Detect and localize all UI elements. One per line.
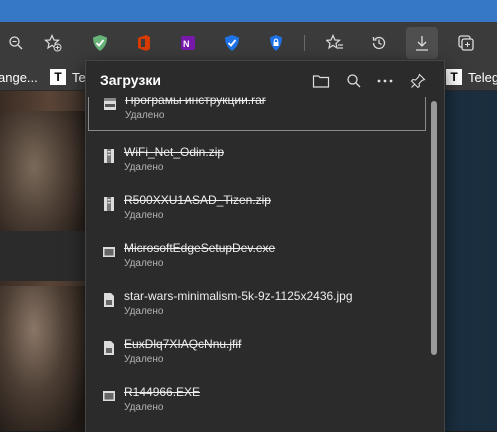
open-folder-icon[interactable] bbox=[308, 68, 334, 94]
toolbar-divider bbox=[304, 35, 305, 51]
download-item[interactable]: MicrosoftEdgeSetupDev.exe Удалено bbox=[88, 234, 426, 280]
background-figure bbox=[0, 111, 85, 251]
browser-toolbar: N bbox=[0, 22, 497, 64]
exe-icon bbox=[102, 244, 116, 265]
download-file-name: R500XXU1ASAD_Tizen.zip bbox=[124, 193, 271, 207]
downloads-list: Програмы инструкции.rar Удалено WiFi_Net… bbox=[86, 97, 429, 432]
password-lock-icon[interactable] bbox=[260, 27, 292, 59]
download-status: Удалено bbox=[125, 110, 165, 121]
download-file-name: star-wars-minimalism-5k-9z-1125x2436.jpg bbox=[124, 289, 353, 303]
download-file-name: MicrosoftEdgeSetupDev.exe bbox=[124, 241, 276, 255]
file-icon bbox=[102, 340, 116, 361]
download-status: Удалено bbox=[124, 162, 164, 173]
zoom-icon[interactable] bbox=[0, 27, 32, 59]
pin-icon[interactable] bbox=[405, 68, 431, 94]
download-item[interactable]: WiFi_Net_Odin.zip Удалено bbox=[88, 138, 426, 184]
download-status: Удалено bbox=[124, 306, 164, 317]
download-status: Удалено bbox=[124, 210, 164, 221]
download-item[interactable]: EuxDlq7XIAQcNnu.jfif Удалено bbox=[88, 330, 426, 376]
favorite-label: ange... bbox=[0, 69, 38, 85]
office-icon[interactable] bbox=[128, 27, 160, 59]
download-file-name: EuxDlq7XIAQcNnu.jfif bbox=[124, 337, 242, 351]
downloads-icon[interactable] bbox=[406, 27, 438, 59]
downloads-scrollbar[interactable] bbox=[431, 101, 437, 355]
favorite-label: Teleg bbox=[468, 69, 497, 85]
download-status: Удалено bbox=[124, 402, 164, 413]
more-options-icon[interactable] bbox=[372, 68, 398, 94]
collections-icon[interactable] bbox=[450, 27, 482, 59]
favorite-tile-icon: T bbox=[50, 69, 66, 85]
download-item[interactable]: R144966.EXE Удалено bbox=[88, 378, 426, 424]
zip-icon bbox=[102, 196, 116, 217]
defender-shield-icon[interactable] bbox=[216, 27, 248, 59]
downloads-flyout: Загрузки Програмы инструкции.rar Удалено… bbox=[85, 60, 445, 432]
zip-icon bbox=[102, 148, 116, 169]
onenote-icon[interactable]: N bbox=[172, 27, 204, 59]
archive-icon bbox=[103, 97, 117, 117]
background-panel bbox=[0, 231, 85, 281]
download-status: Удалено bbox=[124, 354, 164, 365]
favorite-item-te[interactable]: T Te bbox=[50, 68, 86, 86]
exe-icon bbox=[102, 388, 116, 409]
favorite-item-telegram[interactable]: T Teleg bbox=[446, 68, 497, 86]
adguard-shield-icon[interactable] bbox=[84, 27, 116, 59]
title-bar-strip bbox=[0, 0, 497, 22]
download-item[interactable]: star-wars-minimalism-5k-9z-1125x2436.jpg… bbox=[88, 282, 426, 328]
favorite-label: Te bbox=[72, 69, 86, 85]
download-status: Удалено bbox=[124, 258, 164, 269]
favorites-icon[interactable] bbox=[319, 27, 351, 59]
history-icon[interactable] bbox=[363, 27, 395, 59]
download-item[interactable]: R500XXU1ASAD_Tizen.zip Удалено bbox=[88, 186, 426, 232]
search-icon[interactable] bbox=[341, 68, 367, 94]
add-favorite-icon[interactable] bbox=[37, 27, 69, 59]
file-icon bbox=[102, 292, 116, 313]
download-item[interactable]: Програмы инструкции.rar Удалено bbox=[88, 97, 426, 131]
download-file-name: Програмы инструкции.rar bbox=[125, 97, 266, 107]
favorite-tile-icon: T bbox=[446, 69, 462, 85]
download-file-name: R144966.EXE bbox=[124, 385, 201, 399]
favorite-item-ange[interactable]: ange... bbox=[0, 68, 38, 86]
download-file-name: WiFi_Net_Odin.zip bbox=[124, 145, 225, 159]
downloads-title: Загрузки bbox=[100, 72, 161, 88]
background-figure bbox=[0, 286, 85, 431]
svg-text:N: N bbox=[183, 39, 190, 49]
